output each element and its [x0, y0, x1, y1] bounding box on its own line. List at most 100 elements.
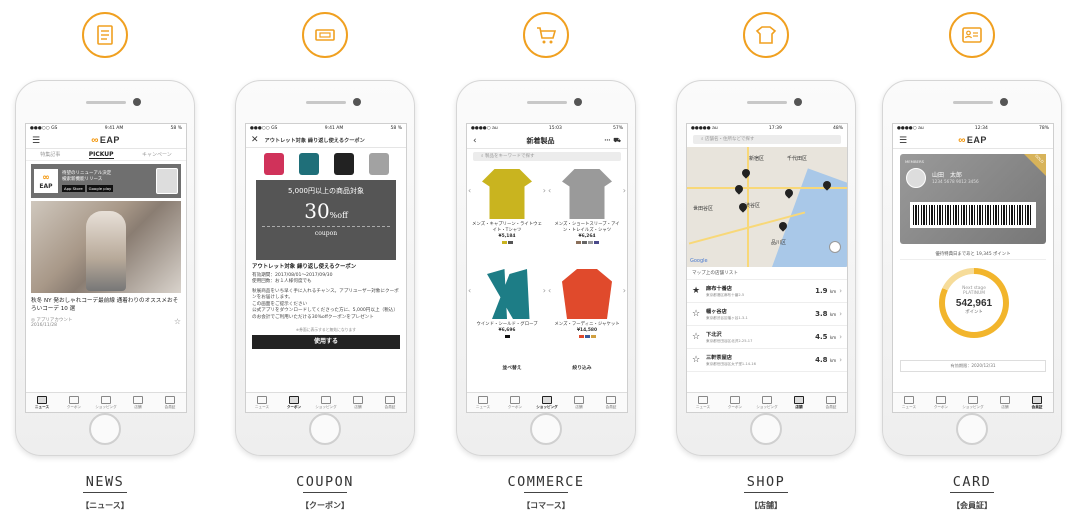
subtab-pickup[interactable]: PICKUP: [88, 151, 114, 159]
back-chevron-icon[interactable]: ‹: [473, 136, 477, 146]
shop-tab-icon: [353, 395, 363, 404]
tab-card[interactable]: 会員証: [1022, 395, 1052, 410]
tab-news-label: ニュース: [901, 404, 917, 409]
tab-coupon[interactable]: クーポン: [720, 395, 750, 410]
favorite-star-icon[interactable]: ☆: [174, 317, 181, 328]
product-thumb-pink-tee: [263, 153, 284, 175]
tab-news[interactable]: ニュース: [688, 395, 718, 410]
current-location-icon[interactable]: [829, 241, 841, 253]
subtab-campaign[interactable]: キャンペーン: [142, 151, 172, 158]
shop-tab-icon: [574, 395, 584, 404]
shop-address: 東京都港区麻布十番2-5: [706, 292, 745, 297]
favorite-star-icon[interactable]: ☆: [692, 355, 706, 365]
home-button[interactable]: [956, 413, 988, 445]
points-ring-section: Next stage PLATINUM 542,961 ポイント: [893, 260, 1053, 360]
tab-news[interactable]: ニュース: [27, 395, 57, 410]
tab-card[interactable]: 会員証: [375, 395, 405, 410]
favorite-star-icon[interactable]: ★: [692, 286, 706, 296]
home-button[interactable]: [309, 413, 341, 445]
shop-search-input[interactable]: ⌕ 店舗名・住所などで探す: [693, 135, 841, 144]
tab-news[interactable]: ニュース: [247, 395, 277, 410]
article-photo[interactable]: [31, 201, 181, 293]
tab-card[interactable]: 会員証: [596, 395, 626, 410]
cart-icon[interactable]: ⛟: [613, 137, 621, 145]
tab-shop[interactable]: 店舗: [784, 395, 814, 410]
tab-coupon[interactable]: クーポン: [500, 395, 530, 410]
shop-name: 麻布十番店: [706, 285, 732, 292]
banner-logo: ∞ EAP: [34, 169, 58, 193]
shop-list-item[interactable]: ☆ 下北沢 東京都世田谷区北沢2-25-17 4.5 km ›: [687, 326, 847, 349]
tab-card[interactable]: 会員証: [155, 395, 185, 410]
tab-shopping[interactable]: ショッピング: [532, 395, 562, 410]
next-arrow-icon[interactable]: ›: [543, 187, 546, 195]
shop-list-item[interactable]: ☆ 三軒茶屋店 東京都世田谷区太子堂1-14-16 4.8 km ›: [687, 349, 847, 372]
column-subcaption: 【会員証】: [952, 501, 992, 510]
close-icon[interactable]: ✕: [251, 135, 259, 145]
article-title[interactable]: 秋冬 NY 発おしゃれコーデ最前線 通着わりのオススメおそろいコーデ 10 選: [26, 293, 186, 317]
sort-button[interactable]: 並べ替え: [502, 364, 521, 371]
tab-shopping[interactable]: ショッピング: [91, 395, 121, 410]
points-unit: ポイント: [965, 310, 983, 315]
app-store-badge[interactable]: App Store: [62, 185, 85, 192]
next-arrow-icon[interactable]: ›: [623, 187, 626, 195]
subtab-feature[interactable]: 特集記事: [40, 151, 60, 158]
news-tab-icon: [37, 395, 47, 404]
shop-pin[interactable]: [740, 167, 752, 179]
tab-news[interactable]: ニュース: [894, 395, 924, 410]
product-card[interactable]: ‹ › メンズ・フーディニ・ジャケット ¥14,580: [547, 264, 627, 364]
tab-shopping[interactable]: ショッピング: [958, 395, 988, 410]
product-price: ¥5,184: [498, 234, 516, 239]
favorite-star-icon[interactable]: ☆: [692, 332, 706, 342]
tab-coupon[interactable]: クーポン: [59, 395, 89, 410]
card-column: ●●●●○ au 12:34 78% ☰ ∞EAP GOLD MEMBERS 山…: [872, 0, 1072, 516]
prev-arrow-icon[interactable]: ‹: [468, 287, 471, 295]
banner-phone-graphic: [156, 168, 178, 194]
shop-pin[interactable]: [783, 187, 795, 199]
chat-icon[interactable]: ⋯: [604, 137, 610, 145]
bottom-tabbar: ニュース クーポン ショッピング 店舗 会員証: [246, 392, 406, 412]
next-arrow-icon[interactable]: ›: [623, 287, 626, 295]
tab-coupon-label: クーポン: [727, 404, 743, 409]
tab-news-label: ニュース: [34, 404, 50, 409]
distance-value: 4.5: [815, 333, 828, 341]
renewal-banner[interactable]: ∞ EAP 待望のリニューアル決定 検索新機能リリース App Store Goo…: [31, 164, 181, 198]
color-swatches: [470, 241, 544, 244]
shop-map[interactable]: 新宿区 千代田区 世田谷区 渋谷区 品川区 Google: [687, 147, 847, 267]
prev-arrow-icon[interactable]: ‹: [548, 287, 551, 295]
points-ring: Next stage PLATINUM 542,961 ポイント: [939, 268, 1009, 338]
tab-shop[interactable]: 店舗: [564, 395, 594, 410]
home-button[interactable]: [750, 413, 782, 445]
tab-card[interactable]: 会員証: [816, 395, 846, 410]
menu-icon[interactable]: ☰: [899, 136, 907, 146]
tab-shopping[interactable]: ショッピング: [311, 395, 341, 410]
prev-arrow-icon[interactable]: ‹: [468, 187, 471, 195]
menu-icon[interactable]: ☰: [32, 136, 40, 146]
product-search-input[interactable]: ⌕ 製品をキーワードで探す: [473, 152, 621, 161]
home-button[interactable]: [530, 413, 562, 445]
tab-coupon[interactable]: クーポン: [279, 395, 309, 410]
use-coupon-button[interactable]: 使用する: [252, 335, 400, 349]
product-card[interactable]: ‹ › ウインド・シールド・グローブ ¥6,696: [467, 264, 547, 364]
shop-list-item[interactable]: ☆ 幡ヶ谷店 東京都渋谷区幡ヶ谷1-3-1 3.8 km ›: [687, 303, 847, 326]
tab-shop[interactable]: 店舗: [123, 395, 153, 410]
shop-pin[interactable]: [733, 183, 745, 195]
tab-shop[interactable]: 店舗: [990, 395, 1020, 410]
news-subtabs: 特集記事 PICKUP キャンペーン: [26, 149, 186, 161]
product-card[interactable]: ‹ › メンズ・ショートスリーブ・アイン・トレイルズ・シャツ ¥6,264: [547, 164, 627, 264]
next-arrow-icon[interactable]: ›: [543, 287, 546, 295]
product-card[interactable]: ‹ › メンズ・キャプリーン・ライトウェイト・Tシャツ ¥5,184: [467, 164, 547, 264]
news-navbar: ☰ ∞EAP: [26, 133, 186, 149]
home-button[interactable]: [89, 413, 121, 445]
tab-shopping[interactable]: ショッピング: [752, 395, 782, 410]
tab-coupon[interactable]: クーポン: [926, 395, 956, 410]
tab-shop[interactable]: 店舗: [343, 395, 373, 410]
coupon-divider: [262, 226, 390, 227]
tab-news[interactable]: ニュース: [468, 395, 498, 410]
filter-button[interactable]: 絞り込み: [572, 364, 591, 371]
column-subcaption: 【コマース】: [522, 501, 570, 510]
prev-arrow-icon[interactable]: ‹: [548, 187, 551, 195]
google-play-badge[interactable]: Google play: [86, 185, 114, 192]
favorite-star-icon[interactable]: ☆: [692, 309, 706, 319]
shop-list-item[interactable]: ★ 麻布十番店 東京都港区麻布十番2-5 1.9 km ›: [687, 280, 847, 303]
distance-value: 1.9: [815, 287, 828, 295]
